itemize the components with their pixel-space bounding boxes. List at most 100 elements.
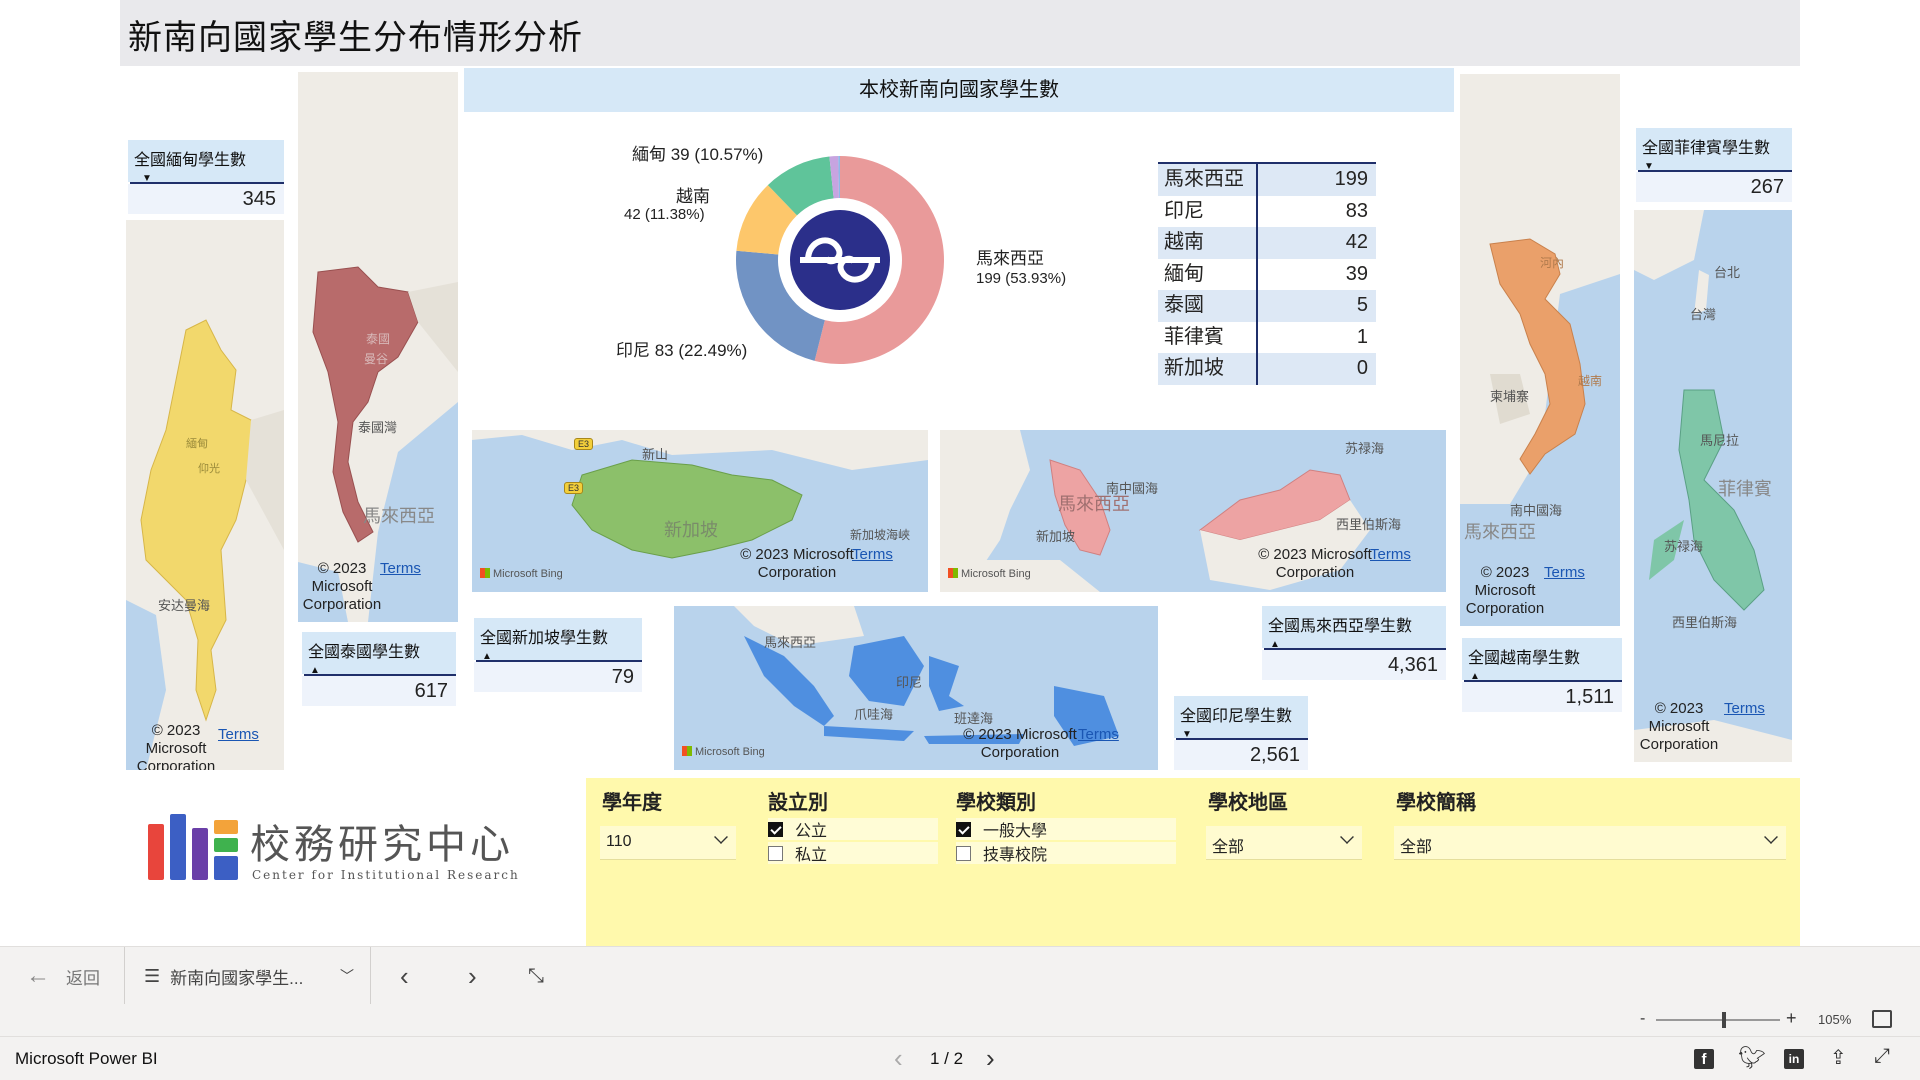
map-thailand[interactable]: 泰國 曼谷 泰國灣 馬來西亞 © 2023 Microsoft Corporat…	[298, 72, 458, 622]
fit-to-page-icon[interactable]	[1872, 1010, 1892, 1028]
checkbox-general-university[interactable]: 一般大學	[956, 818, 1176, 840]
checkbox-icon[interactable]	[768, 821, 783, 837]
map-philippines[interactable]: 台北 台灣 馬尼拉 菲律賓 苏禄海 西里伯斯海 © 2023 Microsoft…	[1634, 210, 1792, 762]
map-label: 柬埔寨	[1490, 389, 1530, 404]
map-label: 仰光	[198, 463, 220, 475]
table-row[interactable]: 印尼 83	[1158, 195, 1376, 227]
map-myanmar[interactable]: 緬甸 仰光 安达曼海 © 2023 Microsoft Corporation …	[126, 220, 284, 770]
table-row[interactable]: 馬來西亞 199	[1158, 164, 1376, 196]
facebook-icon[interactable]: f	[1694, 1049, 1714, 1069]
school-name-dropdown[interactable]: 全部	[1394, 826, 1786, 860]
card-value: 2,561	[1174, 740, 1308, 770]
twitter-icon[interactable]: 🐦︎	[1738, 1045, 1766, 1071]
page-selector[interactable]: ☰ 新南向國家學生... ﹀	[144, 947, 354, 1005]
country-count-table: 馬來西亞 199 印尼 83 越南 42 緬甸 39 泰國 5 菲律賓 1 新加坡 0	[1158, 162, 1376, 385]
map-terms-link[interactable]: Terms	[842, 546, 893, 564]
map-singapore[interactable]: E3 E3 新山 新加坡 新加坡海峽 Microsoft Bing © 2023…	[472, 430, 928, 592]
chevron-down-icon	[714, 830, 728, 844]
power-bi-brand[interactable]: Microsoft Power BI	[15, 1049, 158, 1069]
footer-bar: Microsoft Power BI ‹ 1 / 2 › f 🐦︎ in ⇪ ⤢	[0, 1036, 1920, 1080]
exit-focus-button[interactable]: ⤡	[528, 947, 544, 1005]
card-thailand-header: 全國泰國學生數 ▲	[302, 632, 456, 676]
donut-chart-svg	[736, 156, 944, 364]
nav-divider	[370, 947, 371, 1005]
sort-asc-icon[interactable]: ▲	[1470, 672, 1616, 682]
map-terms-link[interactable]: Terms	[1714, 700, 1765, 718]
slicer-school-type: 學校類別 一般大學 技專校院	[940, 778, 1180, 946]
sort-desc-icon[interactable]: ▼	[142, 174, 278, 184]
map-label: 泰國	[366, 332, 391, 346]
map-label: 馬來西亞	[363, 506, 435, 526]
map-indonesia[interactable]: 馬來西亞 印尼 爪哇海 班達海 Microsoft Bing © 2023 Mi…	[674, 606, 1158, 770]
sort-asc-icon[interactable]: ▲	[482, 652, 636, 662]
card-vietnam: 全國越南學生數 ▲ 1,511	[1462, 638, 1622, 712]
chevron-down-icon	[1340, 830, 1354, 844]
region-dropdown[interactable]: 全部	[1206, 826, 1362, 860]
table-cell-value: 83	[1345, 199, 1368, 222]
map-malaysia[interactable]: 馬來西亞 南中國海 苏禄海 西里伯斯海 新加坡 Microsoft Bing ©…	[940, 430, 1446, 592]
map-myanmar-svg	[126, 220, 284, 770]
checkbox-tech-college[interactable]: 技專校院	[956, 842, 1176, 864]
chevron-left-icon: ‹	[894, 1043, 903, 1073]
zoom-slider[interactable]	[1656, 1012, 1780, 1028]
table-row[interactable]: 泰國 5	[1158, 290, 1376, 322]
card-malaysia-header: 全國馬來西亞學生數 ▲	[1262, 606, 1446, 650]
table-row[interactable]: 緬甸 39	[1158, 258, 1376, 290]
fullscreen-icon[interactable]: ⤢	[1874, 1045, 1890, 1068]
table-row[interactable]: 新加坡 0	[1158, 353, 1376, 385]
map-vietnam[interactable]: 河內 越南 柬埔寨 南中國海 馬來西亞 © 2023 Microsoft Cor…	[1460, 74, 1620, 626]
slicer-region-title: 學校地區	[1208, 792, 1288, 814]
sort-asc-icon[interactable]: ▲	[310, 666, 450, 676]
next-page-button[interactable]: ›	[468, 947, 477, 1005]
checkbox-icon[interactable]	[768, 845, 783, 861]
table-row[interactable]: 菲律賓 1	[1158, 321, 1376, 353]
table-row[interactable]: 越南 42	[1158, 227, 1376, 259]
checkbox-icon[interactable]	[956, 821, 971, 837]
map-label: 班達海	[954, 711, 994, 726]
year-dropdown-value: 110	[606, 833, 632, 850]
map-terms-link[interactable]: Terms	[1360, 546, 1411, 564]
checkbox-private[interactable]: 私立	[768, 842, 938, 864]
prev-page-button[interactable]: ‹	[400, 947, 409, 1005]
back-button[interactable]: ← 返回	[26, 947, 100, 1005]
checkbox-label: 公立	[795, 823, 828, 840]
map-label: 新加坡	[1036, 529, 1076, 544]
logo-text: 校務研究中心	[250, 822, 514, 868]
zoom-in-button[interactable]: +	[1786, 1008, 1797, 1029]
checkbox-public[interactable]: 公立	[768, 818, 938, 840]
sort-desc-icon[interactable]: ▼	[1644, 162, 1786, 172]
slicer-region: 學校地區 全部	[1192, 778, 1372, 946]
slicer-school-name-title: 學校簡稱	[1396, 792, 1476, 814]
card-label: 全國泰國學生數	[308, 644, 421, 661]
map-label: 泰國灣	[358, 420, 398, 435]
donut-chart[interactable]	[730, 150, 950, 370]
map-terms-link[interactable]: Terms	[1068, 726, 1119, 744]
checkbox-icon[interactable]	[956, 845, 971, 861]
zoom-out-button[interactable]: -	[1640, 1010, 1645, 1028]
table-cell-value: 39	[1345, 262, 1368, 285]
table-cell-value: 42	[1345, 231, 1368, 254]
sort-desc-icon[interactable]: ▼	[1182, 730, 1302, 740]
map-terms-link[interactable]: Terms	[208, 726, 259, 744]
map-terms-link[interactable]: Terms	[1534, 564, 1585, 582]
linkedin-icon[interactable]: in	[1784, 1049, 1804, 1069]
share-icon[interactable]: ⇪	[1830, 1045, 1847, 1070]
map-label: 西里伯斯海	[1336, 517, 1402, 532]
map-terms-link[interactable]: Terms	[370, 560, 421, 578]
card-value: 617	[302, 676, 456, 706]
map-label: 新加坡	[664, 520, 718, 540]
road-sign-icon: E3	[574, 438, 594, 450]
collapse-icon: ⤡	[528, 964, 544, 987]
sort-asc-icon[interactable]: ▲	[1270, 640, 1440, 650]
card-value: 1,511	[1462, 682, 1622, 712]
next-page-footer-button[interactable]: ›	[986, 1043, 995, 1074]
prev-page-footer-button[interactable]: ‹	[894, 1043, 903, 1074]
slicer-school-type-title: 學校類別	[956, 792, 1036, 814]
zoom-slider-thumb[interactable]	[1722, 1012, 1727, 1028]
chevron-down-icon	[1764, 830, 1778, 844]
card-singapore: 全國新加坡學生數 ▲ 79	[474, 618, 642, 692]
year-dropdown[interactable]: 110	[600, 826, 736, 860]
region-dropdown-value: 全部	[1212, 839, 1245, 856]
map-label: 西里伯斯海	[1672, 615, 1738, 630]
map-label: 緬甸	[186, 438, 208, 450]
